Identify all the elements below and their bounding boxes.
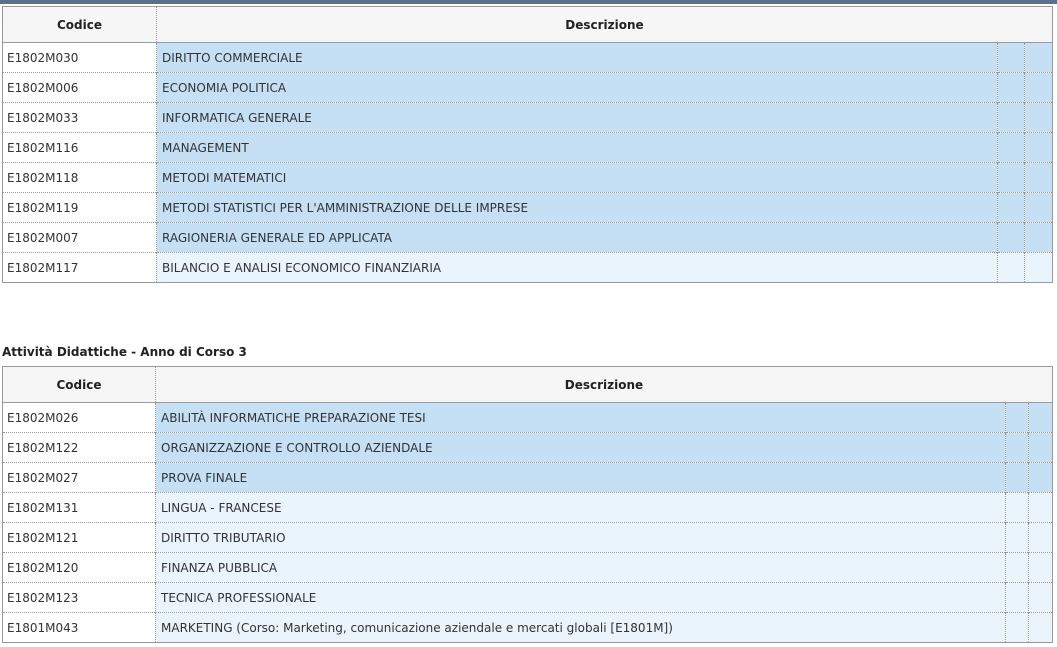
- table-row[interactable]: E1802M120 FINANZA PUBBLICA: [2, 552, 1053, 583]
- row-code: E1802M117: [2, 252, 157, 283]
- table-row[interactable]: E1802M119 METODI STATISTICI PER L'AMMINI…: [2, 192, 1053, 223]
- row-cell-extra-2: [1028, 432, 1053, 463]
- activities-table-2: Codice Descrizione E1802M026 ABILITÀ INF…: [2, 366, 1053, 643]
- row-cell-extra-1: [997, 252, 1025, 283]
- row-cell-extra-1: [1005, 522, 1029, 553]
- row-code: E1802M026: [2, 402, 156, 433]
- row-description[interactable]: ABILITÀ INFORMATICHE PREPARAZIONE TESI: [155, 402, 1006, 433]
- row-code: E1802M116: [2, 132, 157, 163]
- row-description[interactable]: MARKETING (Corso: Marketing, comunicazio…: [155, 612, 1006, 643]
- row-cell-extra-1: [997, 162, 1025, 193]
- row-description[interactable]: MANAGEMENT: [156, 132, 998, 163]
- table-row[interactable]: E1802M117 BILANCIO E ANALISI ECONOMICO F…: [2, 252, 1053, 283]
- top-bar: [0, 0, 1057, 4]
- header-descrizione: Descrizione: [156, 6, 1053, 43]
- row-code: E1802M033: [2, 102, 157, 133]
- row-code: E1802M118: [2, 162, 157, 193]
- row-cell-extra-1: [1005, 432, 1029, 463]
- row-description[interactable]: PROVA FINALE: [155, 462, 1006, 493]
- row-cell-extra-2: [1028, 462, 1053, 493]
- row-description[interactable]: FINANZA PUBBLICA: [155, 552, 1006, 583]
- row-cell-extra-1: [997, 132, 1025, 163]
- row-cell-extra-1: [1005, 402, 1029, 433]
- row-description[interactable]: METODI MATEMATICI: [156, 162, 998, 193]
- row-cell-extra-1: [1005, 552, 1029, 583]
- row-description[interactable]: ECONOMIA POLITICA: [156, 72, 998, 103]
- row-cell-extra-1: [997, 42, 1025, 73]
- header-codice: Codice: [2, 366, 156, 403]
- row-cell-extra-2: [1024, 252, 1053, 283]
- row-description[interactable]: RAGIONERIA GENERALE ED APPLICATA: [156, 222, 998, 253]
- row-cell-extra-2: [1024, 162, 1053, 193]
- table-row[interactable]: E1802M131 LINGUA - FRANCESE: [2, 492, 1053, 523]
- row-description[interactable]: LINGUA - FRANCESE: [155, 492, 1006, 523]
- row-code: E1801M043: [2, 612, 156, 643]
- row-cell-extra-2: [1024, 132, 1053, 163]
- row-code: E1802M121: [2, 522, 156, 553]
- table-row[interactable]: E1802M033 INFORMATICA GENERALE: [2, 102, 1053, 133]
- row-description[interactable]: BILANCIO E ANALISI ECONOMICO FINANZIARIA: [156, 252, 998, 283]
- row-cell-extra-1: [997, 192, 1025, 223]
- row-cell-extra-2: [1024, 192, 1053, 223]
- table-row[interactable]: E1802M123 TECNICA PROFESSIONALE: [2, 582, 1053, 613]
- header-descrizione: Descrizione: [155, 366, 1053, 403]
- table-row[interactable]: E1802M118 METODI MATEMATICI: [2, 162, 1053, 193]
- row-cell-extra-2: [1028, 582, 1053, 613]
- row-code: E1802M030: [2, 42, 157, 73]
- table-row[interactable]: E1802M030 DIRITTO COMMERCIALE: [2, 42, 1053, 73]
- row-code: E1802M120: [2, 552, 156, 583]
- row-cell-extra-2: [1028, 402, 1053, 433]
- row-code: E1802M027: [2, 462, 156, 493]
- row-cell-extra-1: [1005, 462, 1029, 493]
- table-row[interactable]: E1802M116 MANAGEMENT: [2, 132, 1053, 163]
- row-description[interactable]: INFORMATICA GENERALE: [156, 102, 998, 133]
- table-row[interactable]: E1802M007 RAGIONERIA GENERALE ED APPLICA…: [2, 222, 1053, 253]
- row-cell-extra-1: [1005, 582, 1029, 613]
- header-codice: Codice: [2, 6, 157, 43]
- activities-table-1: Codice Descrizione E1802M030 DIRITTO COM…: [2, 6, 1053, 283]
- row-code: E1802M131: [2, 492, 156, 523]
- row-cell-extra-2: [1028, 492, 1053, 523]
- row-cell-extra-1: [997, 72, 1025, 103]
- row-code: E1802M007: [2, 222, 157, 253]
- row-code: E1802M006: [2, 72, 157, 103]
- table-row[interactable]: E1802M027 PROVA FINALE: [2, 462, 1053, 493]
- row-cell-extra-2: [1028, 552, 1053, 583]
- row-description[interactable]: ORGANIZZAZIONE E CONTROLLO AZIENDALE: [155, 432, 1006, 463]
- row-cell-extra-2: [1024, 42, 1053, 73]
- table-row[interactable]: E1802M122 ORGANIZZAZIONE E CONTROLLO AZI…: [2, 432, 1053, 463]
- row-cell-extra-1: [1005, 492, 1029, 523]
- row-description[interactable]: METODI STATISTICI PER L'AMMINISTRAZIONE …: [156, 192, 998, 223]
- row-cell-extra-2: [1024, 102, 1053, 133]
- table-row[interactable]: E1802M121 DIRITTO TRIBUTARIO: [2, 522, 1053, 553]
- row-description[interactable]: TECNICA PROFESSIONALE: [155, 582, 1006, 613]
- row-description[interactable]: DIRITTO COMMERCIALE: [156, 42, 998, 73]
- row-code: E1802M119: [2, 192, 157, 223]
- row-cell-extra-1: [1005, 612, 1029, 643]
- table-row[interactable]: E1802M006 ECONOMIA POLITICA: [2, 72, 1053, 103]
- row-cell-extra-2: [1028, 522, 1053, 553]
- row-cell-extra-1: [997, 102, 1025, 133]
- row-code: E1802M123: [2, 582, 156, 613]
- row-description[interactable]: DIRITTO TRIBUTARIO: [155, 522, 1006, 553]
- section-title: Attività Didattiche - Anno di Corso 3: [2, 345, 247, 359]
- row-cell-extra-1: [997, 222, 1025, 253]
- row-code: E1802M122: [2, 432, 156, 463]
- table-row[interactable]: E1802M026 ABILITÀ INFORMATICHE PREPARAZI…: [2, 402, 1053, 433]
- row-cell-extra-2: [1024, 72, 1053, 103]
- row-cell-extra-2: [1024, 222, 1053, 253]
- row-cell-extra-2: [1028, 612, 1053, 643]
- table-row[interactable]: E1801M043 MARKETING (Corso: Marketing, c…: [2, 612, 1053, 643]
